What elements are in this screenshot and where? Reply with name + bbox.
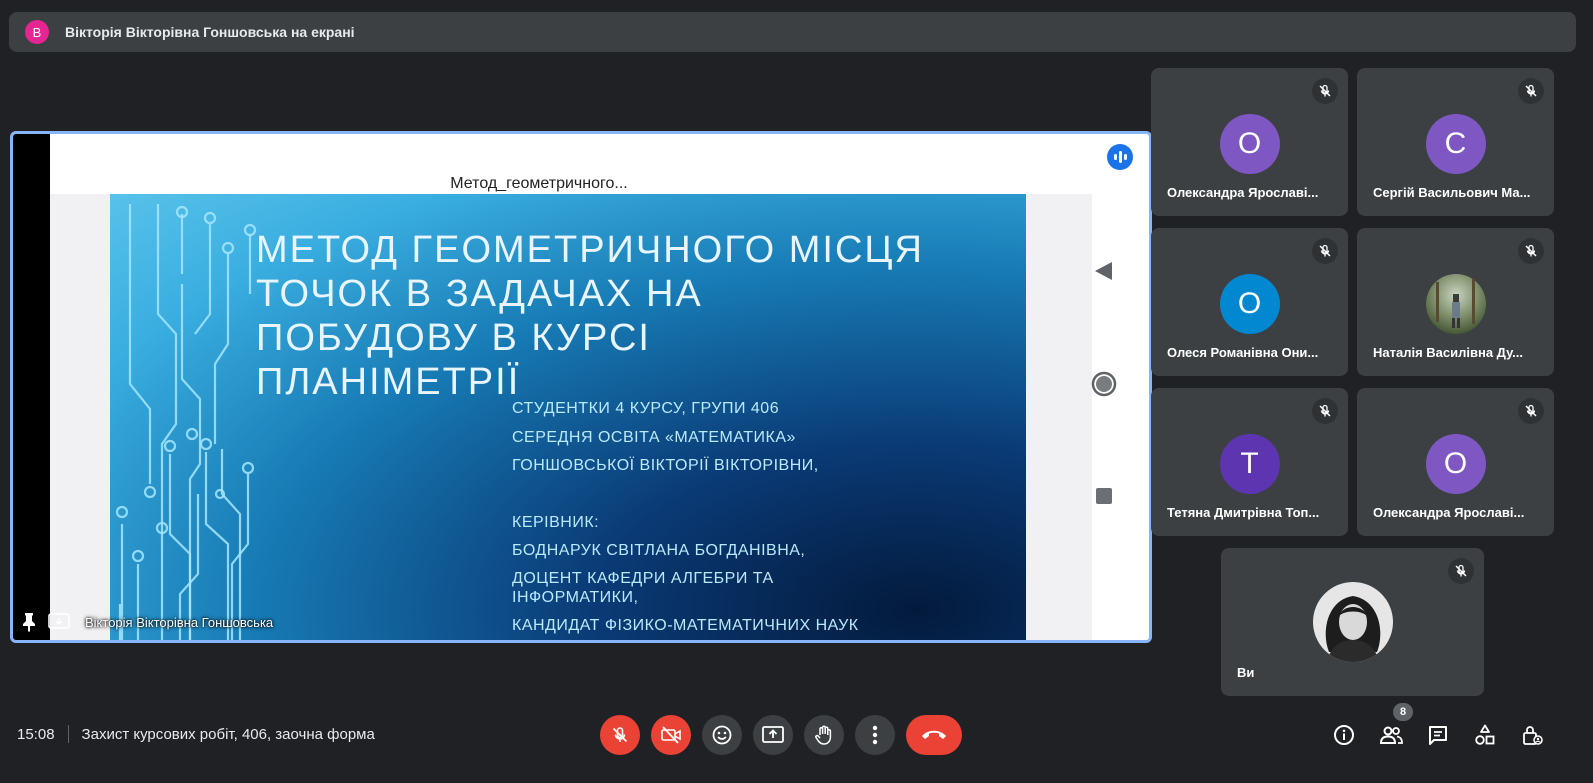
present-screen-icon bbox=[762, 726, 784, 743]
slide: МЕТОД ГЕОМЕТРИЧНОГО МІСЦЯ ТОЧОК В ЗАДАЧА… bbox=[110, 194, 1026, 640]
info-icon bbox=[1334, 725, 1354, 745]
participant-photo-avatar bbox=[1425, 274, 1486, 334]
meeting-details-button[interactable] bbox=[1331, 722, 1357, 748]
presenting-banner: В Вікторія Вікторівна Гоншовська на екра… bbox=[9, 12, 1576, 52]
camera-toggle-button[interactable] bbox=[651, 715, 691, 755]
slide-text-line: БОДНАРУК СВІТЛАНА БОГДАНІВНА, bbox=[512, 542, 806, 559]
back-triangle-icon bbox=[1095, 262, 1112, 280]
mic-off-icon bbox=[612, 727, 628, 743]
chat-button[interactable] bbox=[1425, 722, 1451, 748]
participant-name: Олександра Ярославі... bbox=[1373, 505, 1525, 520]
slide-title-line: ТОЧОК В ЗАДАЧАХ НА bbox=[256, 273, 703, 315]
slide-text-line: КАНДИДАТ ФІЗИКО-МАТЕМАТИЧНИХ НАУК bbox=[512, 617, 859, 634]
speaking-indicator-icon bbox=[1107, 144, 1133, 170]
participant-tile[interactable]: О Олександра Ярославі... bbox=[1357, 388, 1554, 536]
presenting-banner-text: Вікторія Вікторівна Гоншовська на екрані bbox=[65, 24, 355, 40]
presentation-stage[interactable]: Метод_геометричного... МЕТОД ГЕОМЕТРИЧНО… bbox=[10, 131, 1152, 643]
mic-off-icon bbox=[1518, 78, 1544, 104]
people-icon bbox=[1379, 726, 1403, 744]
activities-button[interactable] bbox=[1472, 722, 1498, 748]
hang-up-icon bbox=[922, 730, 946, 739]
raise-hand-button[interactable] bbox=[804, 715, 844, 755]
slide-text-line: ГОНШОВСЬКОЇ ВІКТОРІЇ ВІКТОРІВНИ, bbox=[512, 457, 819, 474]
emoji-icon bbox=[712, 725, 732, 745]
lock-person-icon bbox=[1523, 726, 1543, 745]
pin-icon[interactable] bbox=[21, 612, 37, 632]
participant-avatar: О bbox=[1425, 434, 1486, 494]
more-vert-icon bbox=[872, 725, 878, 745]
participant-tile[interactable]: О Олеся Романівна Они... bbox=[1151, 228, 1348, 376]
document-title: Метод_геометричного... bbox=[450, 175, 628, 192]
divider bbox=[67, 725, 69, 743]
present-now-button[interactable] bbox=[753, 715, 793, 755]
participant-name: Сергій Васильович Ма... bbox=[1373, 185, 1531, 200]
participant-tile[interactable]: О Олександра Ярославі... bbox=[1151, 68, 1348, 216]
slide-text-line: КЕРІВНИК: bbox=[512, 514, 600, 531]
participant-avatar: О bbox=[1219, 114, 1280, 174]
stage-left-bar bbox=[13, 134, 50, 640]
slide-text-line: ДОЦЕНТ КАФЕДРИ АЛГЕБРИ ТА bbox=[512, 570, 774, 587]
activities-icon bbox=[1475, 724, 1495, 745]
home-circle-icon bbox=[1091, 371, 1117, 397]
slide-text-line: СТУДЕНТКИ 4 КУРСУ, ГРУПИ 406 bbox=[512, 400, 780, 417]
mic-off-icon bbox=[1448, 558, 1474, 584]
slide-text-line: СЕРЕДНЯ ОСВІТА «МАТЕМАТИКА» bbox=[512, 429, 796, 446]
show-everyone-button[interactable] bbox=[1378, 722, 1404, 748]
more-options-button[interactable] bbox=[855, 715, 895, 755]
raise-hand-icon bbox=[815, 725, 832, 745]
participant-tile[interactable]: Т Тетяна Дмитрівна Топ... bbox=[1151, 388, 1348, 536]
participant-name: Ви bbox=[1237, 665, 1255, 680]
participant-count-badge: 8 bbox=[1393, 703, 1413, 721]
meeting-info: 15:08 Захист курсових робіт, 406, заочна… bbox=[17, 725, 375, 743]
recents-square-icon bbox=[1096, 488, 1112, 504]
meeting-title: Захист курсових робіт, 406, заочна форма bbox=[81, 725, 375, 743]
presentation-screen-icon bbox=[48, 613, 70, 629]
mic-toggle-button[interactable] bbox=[600, 715, 640, 755]
slide-title: МЕТОД ГЕОМЕТРИЧНОГО МІСЦЯ ТОЧОК В ЗАДАЧА… bbox=[256, 228, 956, 404]
presenter-avatar: В bbox=[25, 20, 49, 44]
leave-call-button[interactable] bbox=[906, 715, 962, 755]
participant-tile[interactable]: Наталія Василівна Ду... bbox=[1357, 228, 1554, 376]
chat-icon bbox=[1429, 726, 1447, 745]
participant-tile[interactable]: С Сергій Васильович Ма... bbox=[1357, 68, 1554, 216]
self-photo-avatar bbox=[1312, 582, 1393, 662]
slide-title-line: ПЛАНІМЕТРІЇ bbox=[256, 361, 521, 403]
participant-avatar: Т bbox=[1219, 434, 1280, 494]
participant-avatar: О bbox=[1219, 274, 1280, 334]
participant-name: Наталія Василівна Ду... bbox=[1373, 345, 1524, 360]
participant-name: Олеся Романівна Они... bbox=[1167, 345, 1319, 360]
host-controls-button[interactable] bbox=[1519, 722, 1545, 748]
participant-name: Тетяна Дмитрівна Топ... bbox=[1167, 505, 1320, 520]
emoji-reactions-button[interactable] bbox=[702, 715, 742, 755]
mic-off-icon bbox=[1312, 238, 1338, 264]
participant-name: Олександра Ярославі... bbox=[1167, 185, 1319, 200]
mic-off-icon bbox=[1518, 238, 1544, 264]
camera-off-icon bbox=[661, 726, 681, 744]
presenter-nameplate: Вікторія Вікторівна Гоншовська bbox=[21, 612, 273, 632]
mic-off-icon bbox=[1312, 398, 1338, 424]
participant-avatar: С bbox=[1425, 114, 1486, 174]
presenter-name: Вікторія Вікторівна Гоншовська bbox=[85, 614, 274, 630]
slide-title-line: ПОБУДОВУ В КУРСІ bbox=[256, 317, 651, 359]
clock-time: 15:08 bbox=[17, 725, 55, 743]
mic-off-icon bbox=[1518, 398, 1544, 424]
mic-off-icon bbox=[1312, 78, 1338, 104]
slide-text-line: ІНФОРМАТИКИ, bbox=[512, 589, 639, 606]
slide-title-line: МЕТОД ГЕОМЕТРИЧНОГО МІСЦЯ bbox=[256, 229, 924, 271]
self-tile[interactable]: Ви bbox=[1221, 548, 1484, 696]
